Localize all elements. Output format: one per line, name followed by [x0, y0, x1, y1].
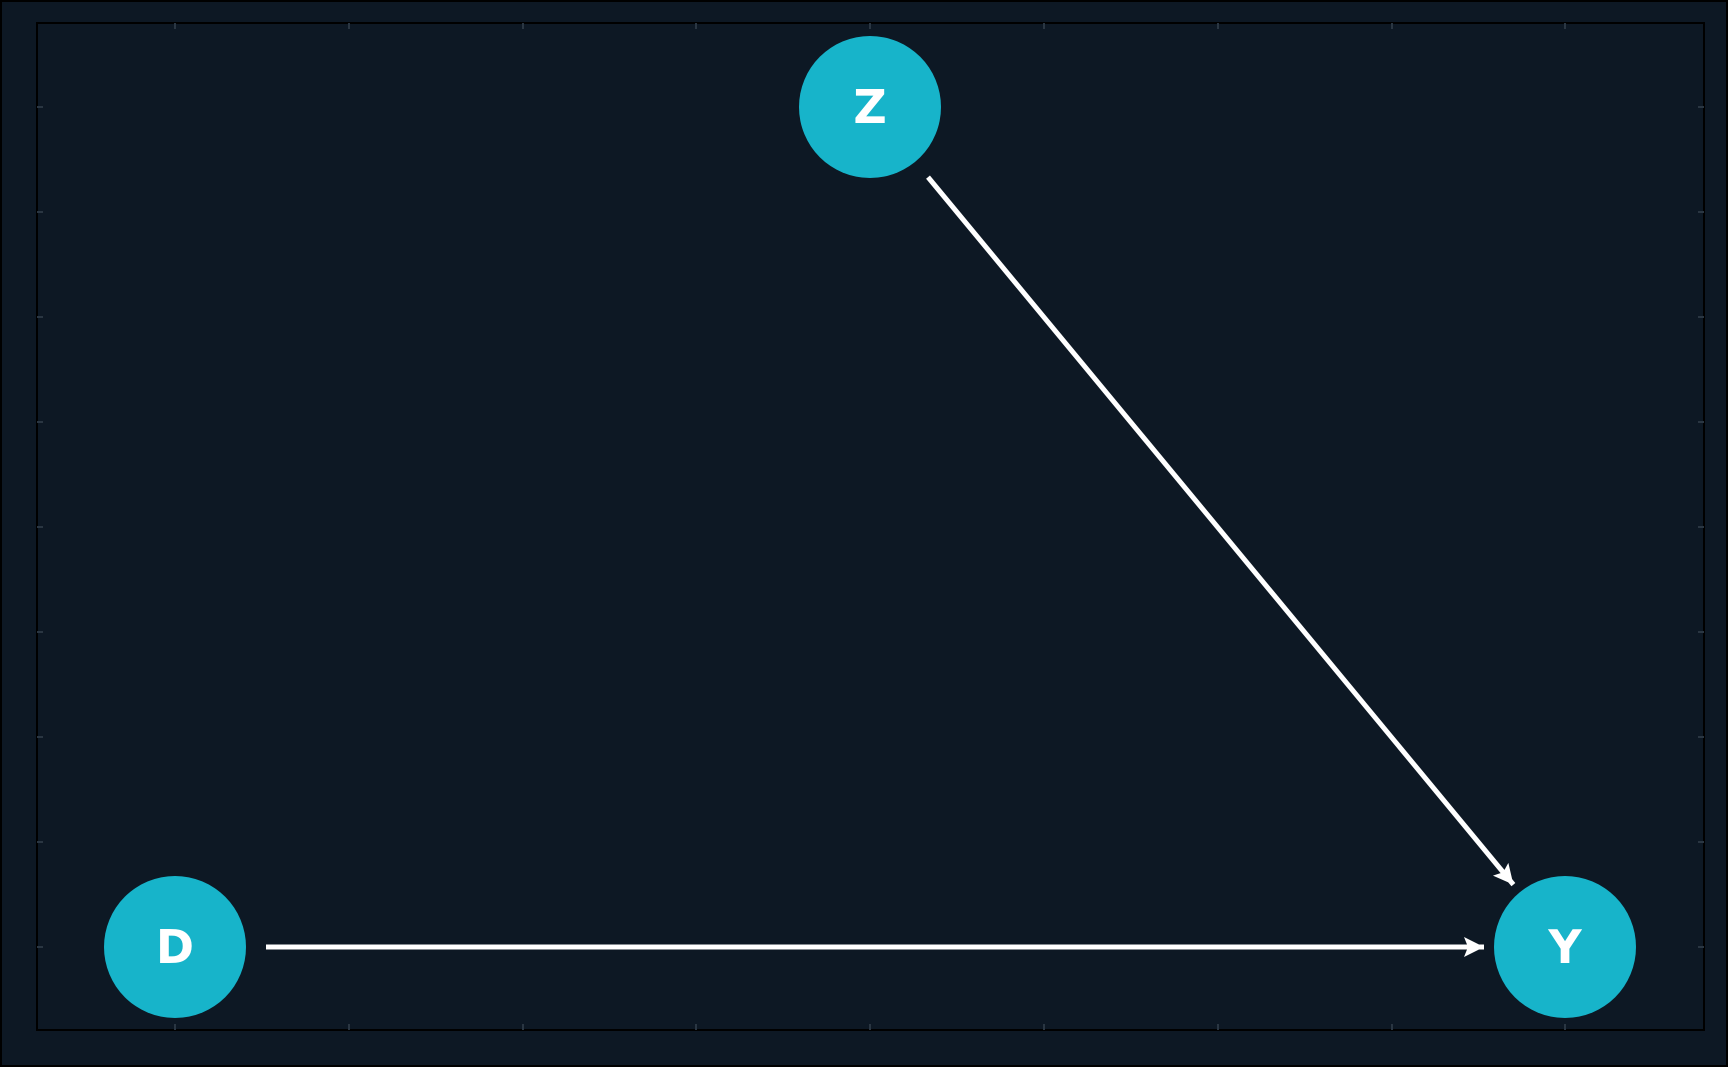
node-label-z: Z [853, 80, 886, 134]
nodes-layer: Z D Y [104, 36, 1636, 1018]
edges-layer [266, 175, 1516, 957]
dag-diagram: Z D Y [0, 0, 1728, 1067]
node-z: Z [799, 36, 941, 178]
node-label-d: D [156, 920, 194, 974]
node-label-y: Y [1547, 920, 1582, 974]
node-d: D [104, 876, 246, 1018]
edge-z-to-y [926, 175, 1516, 887]
node-y: Y [1494, 876, 1636, 1018]
diagram-page: Z D Y [0, 0, 1728, 1067]
